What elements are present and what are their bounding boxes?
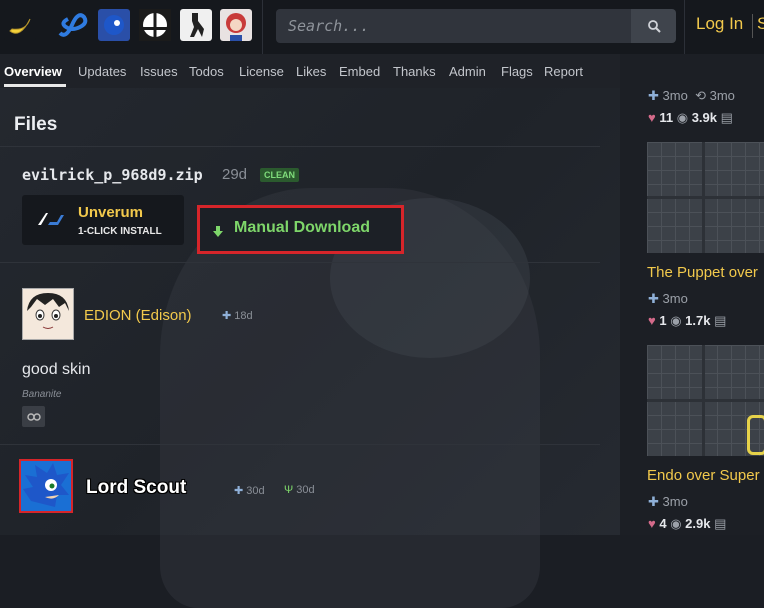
file-name: evilrick_p_968d9.zip (22, 166, 203, 184)
comment-user-title: Bananite (22, 389, 62, 400)
comment-divider (0, 444, 600, 445)
sidebar-item-age: ✚ 3mo (648, 291, 688, 307)
sidebar-item-title[interactable]: Endo over Super (647, 467, 760, 484)
login-separator (752, 14, 753, 38)
login-link[interactable]: Log In (696, 14, 743, 34)
plus-icon: ✚ (222, 310, 232, 322)
comment-time-value: 30d (246, 485, 265, 497)
sidebar-item-stats: ♥ 1 ◉ 1.7k ▤ (648, 313, 726, 329)
fork-icon: Ψ (284, 484, 294, 496)
sidebar-thumbnail[interactable] (647, 345, 764, 456)
link-button[interactable] (22, 406, 45, 427)
sidebar-item-age-value: 3mo (662, 291, 688, 306)
comment-time: ✚ 18d (222, 309, 253, 322)
comment-time: ✚ 30d (234, 484, 265, 497)
comment-author[interactable]: Lord Scout (86, 477, 186, 499)
unverum-name: Unverum (78, 204, 144, 221)
sidebar-item-age: ✚ 3mo (648, 494, 688, 510)
tab-flags[interactable]: Flags (501, 64, 533, 79)
header-separator-right (684, 0, 685, 54)
counter-strike-icon[interactable] (180, 9, 212, 41)
sonic-game-icon[interactable] (98, 9, 130, 41)
tab-todos[interactable]: Todos (189, 64, 224, 79)
sidebar-item-likes: 1 (659, 313, 667, 328)
eye-icon: ◉ (670, 313, 682, 328)
sidebar-item-title[interactable]: The Puppet over (647, 264, 758, 281)
tab-bar: Overview Updates Issues Todos License Li… (0, 54, 620, 88)
manual-download-button[interactable]: Manual Download (197, 205, 404, 254)
heart-icon: ♥ (648, 110, 656, 125)
sidebar-item-likes: 4 (659, 516, 667, 531)
unverum-logo-icon (36, 209, 66, 233)
tab-updates[interactable]: Updates (78, 64, 126, 79)
unverum-subtitle: 1-CLICK INSTALL (78, 226, 162, 237)
sidebar (620, 54, 764, 535)
sidebar-meta-updated: 3mo (709, 88, 735, 103)
tab-likes[interactable]: Likes (296, 64, 326, 79)
sidebar-likes: 11 (659, 110, 674, 125)
avatar[interactable] (22, 288, 74, 340)
tab-thanks[interactable]: Thanks (393, 64, 436, 79)
update-icon: ⟲ (695, 88, 706, 103)
sidebar-meta: ✚ 3mo ⟲ 3mo (648, 88, 735, 104)
fnf-icon[interactable] (220, 9, 252, 41)
files-heading: Files (14, 114, 58, 135)
tab-issues[interactable]: Issues (140, 64, 178, 79)
search-button[interactable] (631, 9, 676, 43)
sidebar-stats: ♥ 11 ◉ 3.9k ▤ (648, 110, 733, 126)
comment-icon: ▤ (714, 516, 727, 531)
link-icon (26, 412, 41, 421)
download-arrow-icon (212, 223, 224, 242)
comment-time-value: 18d (234, 310, 253, 322)
active-tab-indicator (4, 84, 66, 87)
plus-icon: ✚ (648, 494, 659, 509)
comment-edited: Ψ 30d (284, 484, 315, 496)
banana-icon[interactable] (4, 9, 36, 41)
file-age: 29d (222, 166, 248, 183)
comment-icon: ▤ (714, 313, 727, 328)
plus-icon: ✚ (648, 291, 659, 306)
header-separator (262, 0, 263, 54)
sidebar-item-age-value: 3mo (662, 494, 688, 509)
comment-author[interactable]: EDION (Edison) (84, 307, 192, 324)
avatar[interactable] (19, 459, 73, 513)
sidebar-meta-age: 3mo (662, 88, 688, 103)
infinity-icon[interactable] (56, 9, 88, 41)
tab-report[interactable]: Report (544, 64, 583, 79)
signup-link[interactable]: S (757, 14, 764, 34)
plus-icon: ✚ (648, 88, 659, 103)
comment-text: good skin (22, 361, 91, 378)
top-bar: Log In S (0, 0, 764, 54)
heart-icon: ♥ (648, 313, 656, 328)
eye-icon: ◉ (670, 516, 682, 531)
sidebar-item-views: 2.9k (685, 516, 711, 531)
tab-license[interactable]: License (239, 64, 284, 79)
tab-admin[interactable]: Admin (449, 64, 486, 79)
heart-icon: ♥ (648, 516, 656, 531)
tab-embed[interactable]: Embed (339, 64, 380, 79)
sidebar-item-views: 1.7k (685, 313, 711, 328)
manual-download-label: Manual Download (234, 219, 370, 236)
sidebar-thumbnail[interactable] (647, 142, 764, 253)
clean-badge: CLEAN (260, 168, 299, 182)
eye-icon: ◉ (676, 110, 689, 125)
sidebar-item-stats: ♥ 4 ◉ 2.9k ▤ (648, 516, 726, 532)
tab-overview[interactable]: Overview (4, 64, 62, 79)
section-divider (0, 262, 600, 263)
search-input[interactable] (276, 9, 632, 43)
files-divider (0, 146, 600, 147)
smash-icon[interactable] (139, 9, 171, 41)
sidebar-views: 3.9k (691, 110, 717, 125)
search-icon (647, 20, 661, 33)
comment-edited-value: 30d (296, 484, 315, 496)
comment-icon: ▤ (720, 110, 733, 125)
plus-icon: ✚ (234, 485, 244, 497)
unverum-install-button[interactable]: Unverum 1-CLICK INSTALL (22, 195, 184, 245)
